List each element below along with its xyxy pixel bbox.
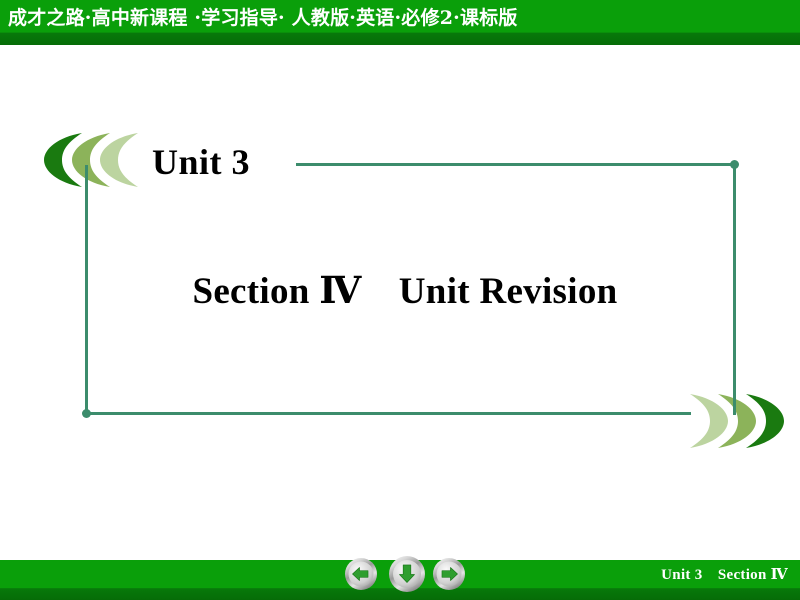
- footer-unit-section-label: Unit 3 Section Ⅳ: [661, 567, 788, 583]
- unit-title: Unit 3: [152, 142, 251, 182]
- section-title: Section Ⅳ Unit Revision: [192, 271, 618, 312]
- frame-line-bottom: [85, 412, 691, 415]
- frame-dot-bottom-left: [82, 409, 91, 418]
- frame-line-top: [296, 163, 736, 166]
- navigation-controls: [344, 555, 472, 595]
- previous-slide-button[interactable]: [344, 557, 378, 591]
- frame-dot-top-right: [730, 160, 739, 169]
- next-animation-button[interactable]: [388, 555, 426, 593]
- right-chevrons-icon: [690, 392, 790, 450]
- left-chevrons-icon: [38, 131, 138, 189]
- next-slide-button[interactable]: [432, 557, 466, 591]
- banner-title: 成才之路·高中新课程 ·学习指导· 人教版·英语·必修2·课标版: [8, 7, 518, 29]
- top-banner: 成才之路·高中新课程 ·学习指导· 人教版·英语·必修2·课标版: [0, 0, 800, 45]
